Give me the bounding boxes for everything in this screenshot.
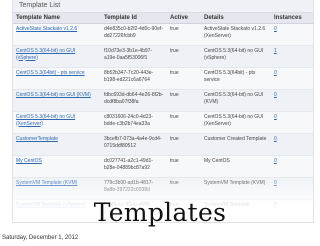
instances-link[interactable]: 0 (274, 70, 277, 76)
instances-cell: 0 (271, 133, 313, 156)
template-id-cell: 8b52b347-7c20-443e-b198-ed221c6a6764 (101, 67, 167, 90)
slide: Template List Template Name Template Id … (0, 0, 320, 232)
table-row[interactable]: CentOS 5.3(64-bit) no GUI (KVM) fdbc693d-… (13, 89, 313, 112)
template-name-cell: CentOS 5.3(64bit) - pts service (13, 67, 101, 90)
template-name-link[interactable]: CentOS 5.3(64-bit) no GUI (KVM) (16, 92, 91, 98)
template-id-cell: d4e835c0-b2f2-4d0c-90ef-dd27226fcbb9 (101, 23, 167, 46)
active-cell: true (167, 133, 201, 156)
template-name-cell: ActiveState Stackato v1.2.6 (13, 23, 101, 46)
column-header-active[interactable]: Active (167, 13, 201, 24)
instances-cell: 1 (271, 45, 313, 68)
details-cell: CentOS 5.3(64-bit) no GUI (XenServer) (201, 111, 271, 134)
panel-title: Template List (13, 0, 313, 13)
template-name-link[interactable]: CentOS 5.3(64-bit) no GUI (XenServer) (16, 114, 75, 127)
instances-link[interactable]: 0 (274, 136, 277, 142)
active-cell: true (167, 45, 201, 68)
footer-bar: Saturday, December 1, 2012 (0, 232, 320, 246)
instances-link[interactable]: 0 (274, 26, 277, 32)
instances-cell: 0 (271, 89, 313, 112)
column-header-template-name[interactable]: Template Name (13, 13, 101, 24)
template-name-link[interactable]: CentOS 5.3(64-bit) no GUI (vSphere) (16, 48, 75, 61)
instances-link[interactable]: 1 (274, 48, 277, 54)
details-cell: CentOS 5.3(64-bit) no GUI (vSphere) (201, 45, 271, 68)
template-id-cell: 3bcefb7-073a-4a4e-9cd4-0715ddf80512 (101, 133, 167, 156)
column-header-instances[interactable]: Instances (271, 13, 313, 24)
details-cell: CentOS 5.3(64-bit) no GUI (KVM) (201, 89, 271, 112)
instances-link[interactable]: 0 (274, 158, 277, 164)
template-name-link[interactable]: ActiveState Stackato v1.2.6 (16, 26, 77, 32)
template-id-cell: f10d73e3-3b1e-4b97-a19e-0aa5f53006f1 (101, 45, 167, 68)
details-cell: ActiveState Stackato v1.2.6 (XenServer) (201, 23, 271, 46)
template-name-cell: CentOS 5.3(64-bit) no GUI (vSphere) (13, 45, 101, 68)
slide-title: Templates (93, 198, 227, 227)
template-list-panel: Template List Template Name Template Id … (12, 0, 314, 223)
active-cell: true (167, 67, 201, 90)
active-cell: true (167, 111, 201, 134)
template-id-cell: fdbc693d-db64-4e26-8f2b-dcdf8ba07f38fa (101, 89, 167, 112)
table-row[interactable]: ActiveState Stackato v1.2.6 d4e835c0-b2f2… (13, 23, 313, 46)
table-header-row: Template Name Template Id Active Details… (13, 13, 313, 24)
active-cell: true (167, 23, 201, 46)
column-header-details[interactable]: Details (201, 13, 271, 24)
template-name-cell: CustomerTemplate (13, 133, 101, 156)
table-row[interactable]: CentOS 5.3(64-bit) no GUI (XenServer) c80… (13, 111, 313, 134)
instances-link[interactable]: 0 (274, 114, 277, 120)
template-name-link[interactable]: CustomerTemplate (16, 136, 58, 142)
table-row[interactable]: CentOS 5.3(64-bit) no GUI (vSphere) f10d7… (13, 45, 313, 68)
template-name-link[interactable]: My CentOS (16, 158, 42, 164)
column-header-template-id[interactable]: Template Id (101, 13, 167, 24)
instances-cell: 0 (271, 111, 313, 134)
template-name-cell: CentOS 5.3(64-bit) no GUI (XenServer) (13, 111, 101, 134)
template-name-cell: CentOS 5.3(64-bit) no GUI (KVM) (13, 89, 101, 112)
instances-link[interactable]: 0 (274, 92, 277, 98)
template-name-link[interactable]: CentOS 5.3(64bit) - pts service (16, 70, 85, 76)
instances-cell: 0 (271, 67, 313, 90)
table-row[interactable]: CentOS 5.3(64bit) - pts service 8b52b347-… (13, 67, 313, 90)
details-cell: CentOS 5.3(64bit) - pts service (201, 67, 271, 90)
template-id-cell: c8031606-24c0-4d23-bdde-c3b2b74ea33a (101, 111, 167, 134)
details-cell: Customer Created Template (201, 133, 271, 156)
footer-date: Saturday, December 1, 2012 (2, 235, 79, 241)
table-row[interactable]: CustomerTemplate 3bcefb7-073a-4a4e-9cd4-0… (13, 133, 313, 156)
instances-cell: 0 (271, 23, 313, 46)
active-cell: true (167, 89, 201, 112)
